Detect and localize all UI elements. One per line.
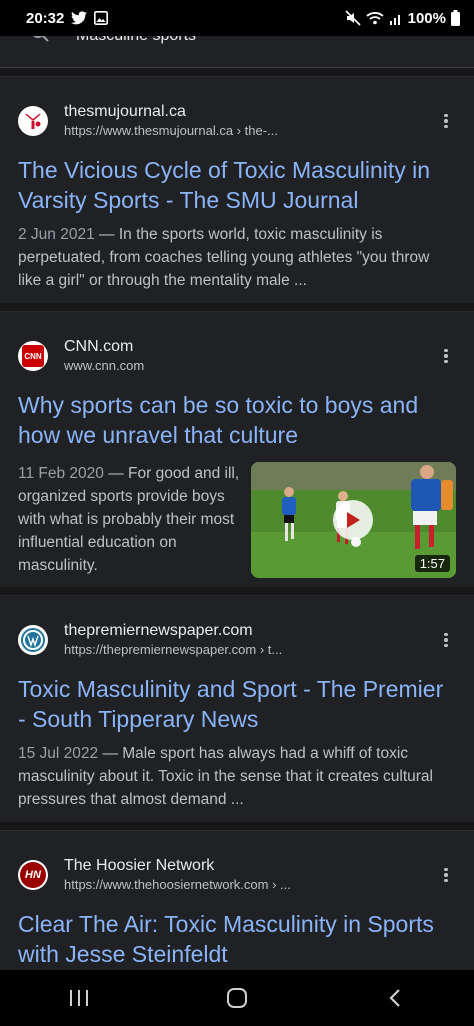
site-info: thesmujournal.ca https://www.thesmujourn… (64, 102, 436, 140)
video-duration: 1:57 (414, 555, 450, 572)
result-card: CNN CNN.com www.cnn.com Why sports can b… (0, 311, 474, 587)
mute-icon (345, 10, 361, 26)
media-row: 11 Feb 2020 — For good and ill, organize… (18, 462, 456, 592)
cnn-logo: CNN (22, 345, 44, 367)
image-icon (94, 11, 109, 25)
search-bar[interactable]: Masculine sports (0, 36, 474, 68)
status-left: 20:32 (26, 9, 109, 27)
status-time: 20:32 (26, 9, 65, 27)
search-query[interactable]: Masculine sports (76, 36, 196, 45)
result-header[interactable]: thepremiernewspaper.com https://thepremi… (18, 596, 456, 664)
back-icon (389, 989, 400, 1007)
more-options-icon[interactable] (436, 348, 456, 364)
site-info: thepremiernewspaper.com https://thepremi… (64, 621, 436, 659)
result-card: thepremiernewspaper.com https://thepremi… (0, 595, 474, 822)
more-options-icon[interactable] (436, 632, 456, 648)
result-snippet: 2 Jun 2021 — In the sports world, toxic … (18, 223, 456, 306)
hn-logo: HN (20, 862, 46, 888)
back-button[interactable] (365, 978, 425, 1018)
result-header[interactable]: CNN CNN.com www.cnn.com (18, 312, 456, 380)
signal-icon (389, 11, 403, 25)
more-options-icon[interactable] (436, 113, 456, 129)
site-info: CNN.com www.cnn.com (64, 337, 436, 375)
twitter-icon (71, 11, 88, 25)
result-title-link[interactable]: Why sports can be so toxic to boys and h… (18, 390, 456, 450)
home-icon (227, 988, 247, 1008)
site-info: The Hoosier Network https://www.thehoosi… (64, 856, 436, 894)
cnn-favicon-icon: CNN (18, 341, 48, 371)
result-date: 15 Jul 2022 (18, 745, 99, 762)
play-icon[interactable] (333, 500, 373, 540)
result-header[interactable]: HN The Hoosier Network https://www.theho… (18, 831, 456, 899)
recent-apps-button[interactable] (49, 978, 109, 1018)
home-button[interactable] (207, 978, 267, 1018)
result-snippet: 11 Feb 2020 — For good and ill, organize… (18, 462, 251, 578)
battery-label: 100% (407, 9, 446, 27)
result-card: thesmujournal.ca https://www.thesmujourn… (0, 76, 474, 303)
result-title-link[interactable]: The Vicious Cycle of Toxic Masculinity i… (18, 155, 456, 215)
result-header[interactable]: thesmujournal.ca https://www.thesmujourn… (18, 77, 456, 145)
video-thumbnail[interactable]: 1:57 (251, 462, 456, 578)
site-name: The Hoosier Network (64, 857, 215, 874)
results-list: thesmujournal.ca https://www.thesmujourn… (0, 68, 474, 1026)
site-name: CNN.com (64, 338, 134, 355)
wifi-icon (366, 11, 384, 25)
battery-icon (451, 10, 460, 26)
recent-apps-icon (70, 990, 88, 1006)
result-date: 2 Jun 2021 (18, 226, 95, 243)
result-date: 11 Feb 2020 (18, 465, 104, 482)
more-options-icon[interactable] (436, 867, 456, 883)
status-right: 100% (345, 10, 460, 27)
search-inner: Masculine sports (30, 36, 196, 48)
result-title-link[interactable]: Clear The Air: Toxic Masculinity in Spor… (18, 909, 456, 969)
android-nav-bar (0, 970, 474, 1026)
site-name: thesmujournal.ca (64, 103, 186, 120)
site-url: https://www.thesmujournal.ca › the-... (64, 123, 278, 138)
search-icon[interactable] (30, 36, 50, 48)
site-url: https://www.thehoosiernetwork.com › ... (64, 877, 291, 892)
hoosier-network-favicon-icon: HN (18, 860, 48, 890)
site-url: https://thepremiernewspaper.com › t... (64, 642, 283, 657)
smu-favicon-icon (18, 106, 48, 136)
site-url: www.cnn.com (64, 358, 145, 373)
site-name: thepremiernewspaper.com (64, 622, 253, 639)
result-title-link[interactable]: Toxic Masculinity and Sport - The Premie… (18, 674, 456, 734)
status-bar: 20:32 100% (0, 0, 474, 36)
page: 20:32 100% thesmujournal.ca https://www.… (0, 0, 474, 1026)
wordpress-favicon-icon (18, 625, 48, 655)
result-snippet: 15 Jul 2022 — Male sport has always had … (18, 742, 456, 825)
